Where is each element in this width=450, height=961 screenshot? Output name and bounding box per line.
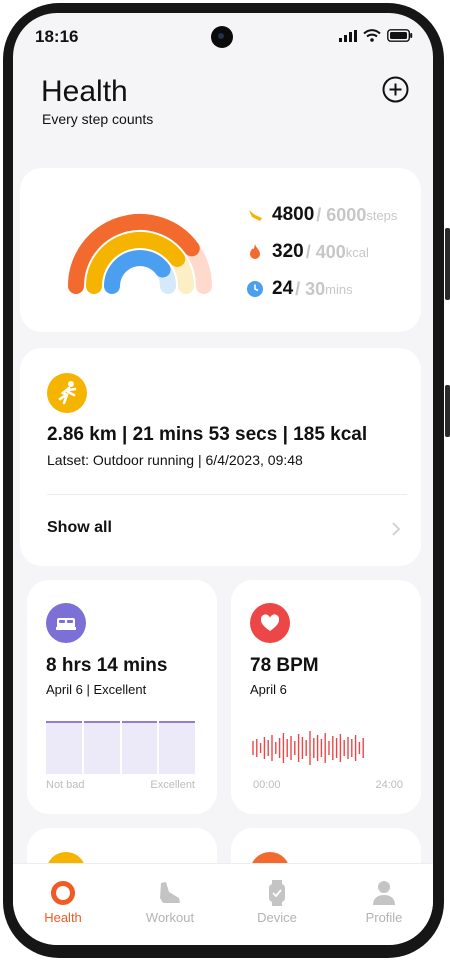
heart-icon	[250, 603, 290, 643]
minutes-stat: 24 / 30 mins	[246, 278, 353, 300]
activity-rings	[68, 214, 212, 294]
minutes-value: 24	[272, 278, 294, 299]
sleep-duration: 8 hrs 14 mins	[46, 655, 168, 676]
workout-card[interactable]: 2.86 km | 21 mins 53 secs | 185 kcal Lat…	[20, 348, 421, 566]
sleep-axis-right: Excellent	[150, 779, 195, 791]
flame-icon	[250, 244, 260, 259]
tab-profile[interactable]: Profile	[344, 864, 424, 934]
phone-device: 18:16 Health Every step counts 4800 / 60…	[0, 0, 450, 961]
running-icon	[47, 373, 87, 413]
page-title: Health	[41, 75, 128, 108]
heart-axis-right: 24:00	[375, 779, 403, 791]
heart-rate-chart	[252, 731, 364, 765]
calories-value: 320	[272, 241, 304, 262]
shoe-icon	[160, 882, 180, 903]
steps-stat: 4800 / 6000 steps	[246, 204, 397, 226]
clock-icon	[247, 281, 263, 297]
sleep-subtitle: April 6 | Excellent	[46, 682, 147, 697]
sleep-chart	[46, 721, 195, 774]
steps-unit: steps	[366, 207, 398, 223]
divider	[47, 494, 407, 495]
tab-label: Device	[257, 910, 297, 925]
heart-axis-left: 00:00	[253, 779, 281, 791]
calories-goal: / 400	[305, 241, 346, 262]
bed-icon	[46, 603, 86, 643]
sleep-bar	[46, 721, 82, 774]
person-icon	[373, 881, 395, 905]
tab-workout[interactable]: Workout	[130, 864, 210, 934]
tab-health[interactable]: Health	[23, 864, 103, 934]
front-camera	[211, 26, 233, 48]
heart-rate-value: 78 BPM	[250, 655, 319, 676]
workout-latest: Latset: Outdoor running | 6/4/2023, 09:4…	[47, 452, 303, 468]
power-button	[445, 385, 450, 437]
sleep-card[interactable]: 8 hrs 14 mins April 6 | Excellent Not ba…	[27, 580, 217, 814]
tab-label: Profile	[365, 910, 403, 925]
page-subtitle: Every step counts	[42, 111, 154, 127]
heart-rate-card[interactable]: 78 BPM April 6 00:00 24:00	[231, 580, 421, 814]
status-bar: 18:16	[13, 13, 433, 59]
sleep-bar	[83, 721, 120, 774]
minutes-ring-progress	[104, 250, 171, 294]
sleep-bar	[121, 721, 158, 774]
wifi-icon	[363, 29, 381, 42]
heart-rate-subtitle: April 6	[250, 682, 287, 697]
signal-icon	[339, 29, 357, 42]
calories-stat: 320 / 400 kcal	[246, 241, 369, 263]
steps-icon	[249, 210, 262, 221]
calories-unit: kcal	[345, 244, 369, 260]
workout-summary: 2.86 km | 21 mins 53 secs | 185 kcal	[47, 424, 368, 445]
add-button[interactable]	[382, 76, 409, 103]
tab-label: Health	[44, 910, 82, 925]
activity-card[interactable]: 4800 / 6000 steps 320 / 400 kcal 24 / 30	[20, 168, 421, 332]
health-ring-icon	[51, 881, 75, 905]
watch-icon	[269, 880, 285, 906]
status-time: 18:16	[35, 27, 79, 46]
status-icons	[339, 29, 413, 42]
show-all-link[interactable]: Show all	[47, 519, 112, 537]
sleep-bar	[159, 721, 195, 774]
chevron-right-icon[interactable]	[389, 520, 403, 538]
steps-value: 4800	[272, 204, 315, 225]
app-screen: 18:16 Health Every step counts 4800 / 60…	[13, 13, 433, 945]
volume-button	[445, 228, 450, 300]
battery-icon	[387, 29, 413, 42]
steps-goal: / 6000	[316, 204, 367, 225]
minutes-unit: mins	[325, 281, 353, 297]
tab-device[interactable]: Device	[237, 864, 317, 934]
tab-label: Workout	[145, 910, 195, 925]
sleep-axis-left: Not bad	[46, 779, 85, 791]
bottom-tab-bar: Health Workout Device Profile	[13, 863, 433, 945]
minutes-goal: / 30	[295, 278, 326, 299]
